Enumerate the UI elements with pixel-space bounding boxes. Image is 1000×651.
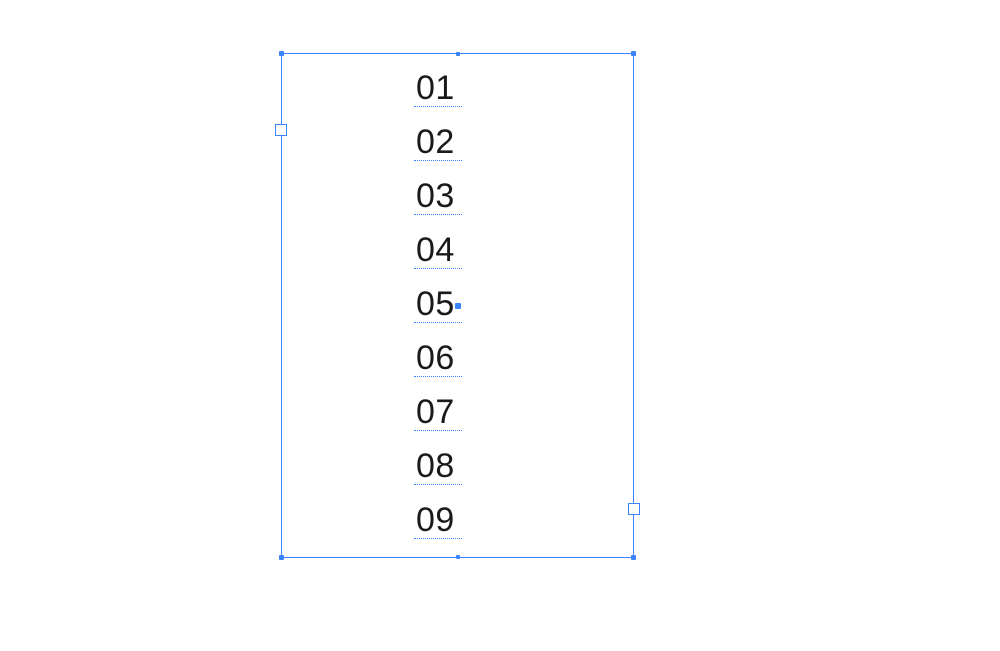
text-line-value: 09 — [416, 501, 455, 539]
text-line[interactable]: 03 — [416, 169, 506, 223]
text-line-value: 08 — [416, 447, 455, 485]
resize-handle-top-mid[interactable] — [456, 52, 460, 56]
resize-handle-top-right[interactable] — [631, 51, 636, 56]
baseline-indicator — [414, 430, 462, 431]
text-line-value: 07 — [416, 393, 455, 431]
text-thread-out-port[interactable] — [628, 503, 640, 515]
text-frame[interactable]: 01 02 03 04 05 06 — [281, 53, 634, 558]
text-line[interactable]: 01 — [416, 61, 506, 115]
text-line[interactable]: 04 — [416, 223, 506, 277]
text-line[interactable]: 09 — [416, 493, 506, 547]
baseline-indicator — [414, 268, 462, 269]
baseline-indicator — [414, 376, 462, 377]
text-line-value: 02 — [416, 123, 455, 161]
baseline-indicator — [414, 106, 462, 107]
canvas[interactable]: 01 02 03 04 05 06 — [0, 0, 1000, 651]
resize-handle-bottom-mid[interactable] — [456, 555, 460, 559]
text-line-value: 03 — [416, 177, 455, 215]
text-line-value: 04 — [416, 231, 455, 269]
baseline-indicator — [414, 322, 462, 323]
baseline-indicator — [414, 484, 462, 485]
resize-handle-top-left[interactable] — [279, 51, 284, 56]
baseline-indicator — [414, 214, 462, 215]
text-column[interactable]: 01 02 03 04 05 06 — [416, 61, 506, 547]
text-line[interactable]: 02 — [416, 115, 506, 169]
baseline-indicator — [414, 538, 462, 539]
text-line-value: 01 — [416, 69, 455, 107]
text-line[interactable]: 05 — [416, 277, 506, 331]
text-thread-in-port[interactable] — [275, 124, 287, 136]
text-line[interactable]: 08 — [416, 439, 506, 493]
resize-handle-bottom-left[interactable] — [279, 555, 284, 560]
text-line[interactable]: 06 — [416, 331, 506, 385]
text-line-value: 05 — [416, 285, 455, 323]
text-line-value: 06 — [416, 339, 455, 377]
text-line[interactable]: 07 — [416, 385, 506, 439]
resize-handle-bottom-right[interactable] — [631, 555, 636, 560]
baseline-indicator — [414, 160, 462, 161]
